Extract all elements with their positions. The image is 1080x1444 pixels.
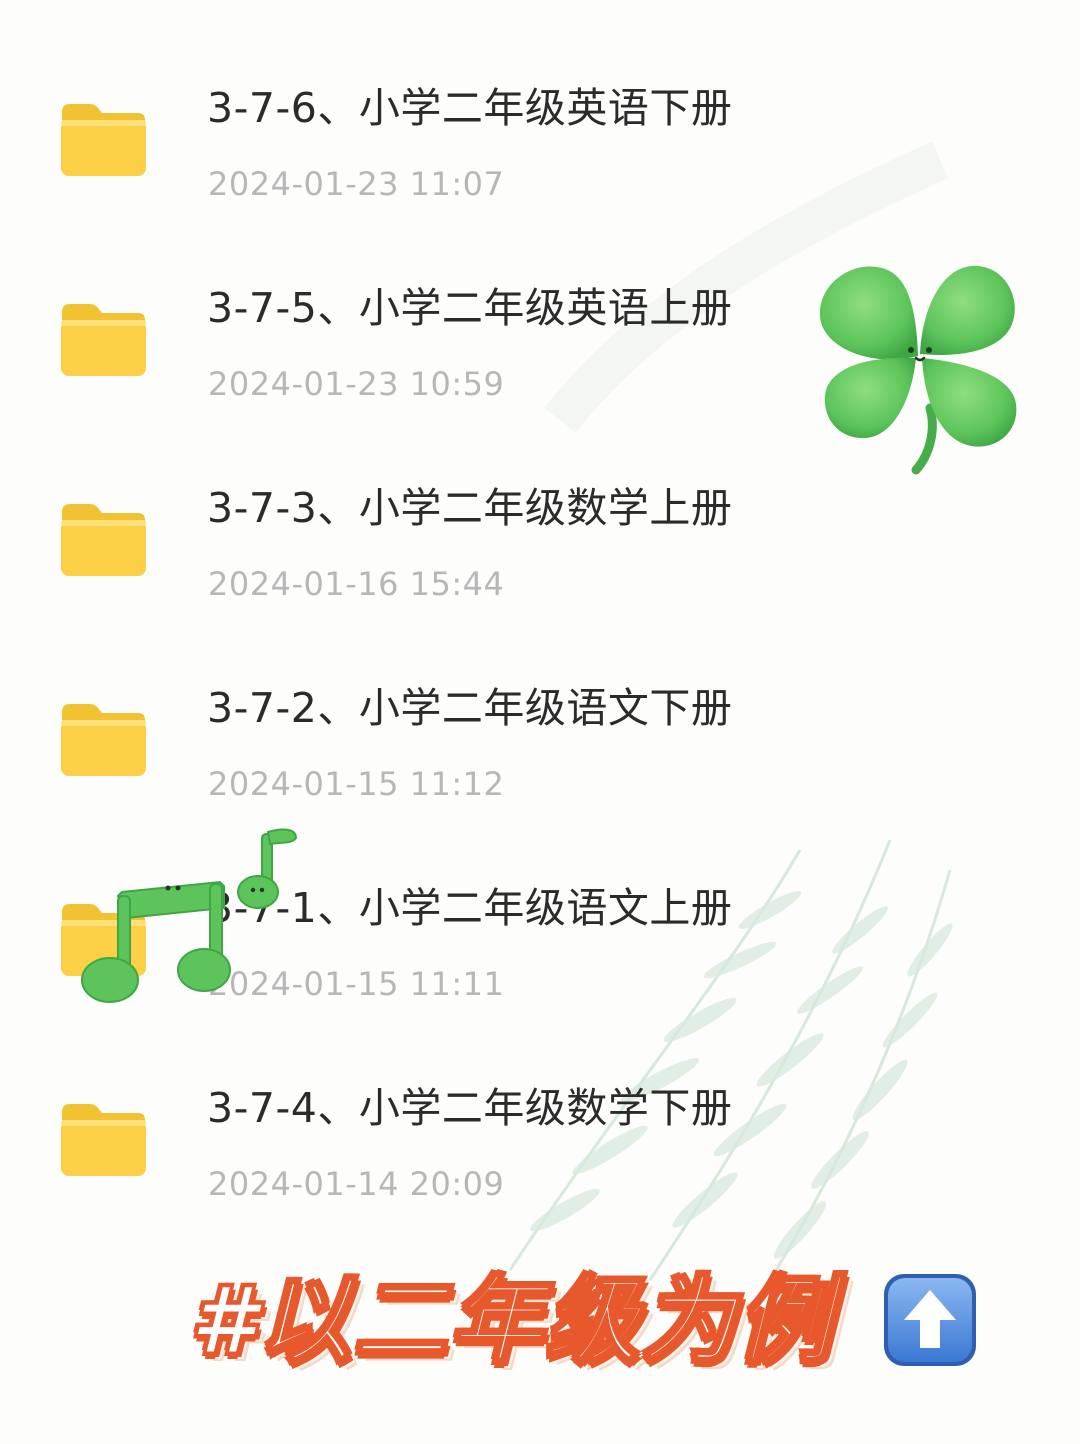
- folder-icon: [58, 1098, 148, 1178]
- modified-date: 2024-01-23 11:07: [208, 165, 505, 203]
- folder-name: 3-7-4、小学二年级数学下册: [207, 1084, 733, 1132]
- music-notes-sticker: [81, 828, 298, 1003]
- folder-icon: [58, 498, 148, 578]
- arrow-up-icon: [884, 1274, 976, 1366]
- list-item[interactable]: 3-7-4、小学二年级数学下册 2024-01-14 20:09: [0, 1000, 1080, 1203]
- clover-sticker: [819, 265, 1017, 475]
- list-item[interactable]: 3-7-2、小学二年级语文下册 2024-01-15 11:12: [0, 600, 1080, 803]
- folder-icon: [58, 698, 148, 778]
- modified-date: 2024-01-15 11:12: [208, 765, 505, 803]
- modified-date: 2024-01-16 15:44: [208, 565, 505, 603]
- modified-date: 2024-01-14 20:09: [208, 1165, 505, 1203]
- folder-icon: [58, 98, 148, 178]
- caption-banner: #以二年级为例: [188, 1262, 1000, 1382]
- modified-date: 2024-01-23 10:59: [208, 365, 505, 403]
- folder-name: 3-7-5、小学二年级英语上册: [207, 284, 733, 332]
- folder-name: 3-7-6、小学二年级英语下册: [207, 84, 733, 132]
- folder-name: 3-7-3、小学二年级数学上册: [207, 484, 733, 532]
- list-item[interactable]: 3-7-6、小学二年级英语下册 2024-01-23 11:07: [0, 0, 1080, 203]
- caption-text: #以二年级为例: [188, 1266, 834, 1378]
- folder-icon: [58, 298, 148, 378]
- folder-name: 3-7-2、小学二年级语文下册: [207, 684, 733, 732]
